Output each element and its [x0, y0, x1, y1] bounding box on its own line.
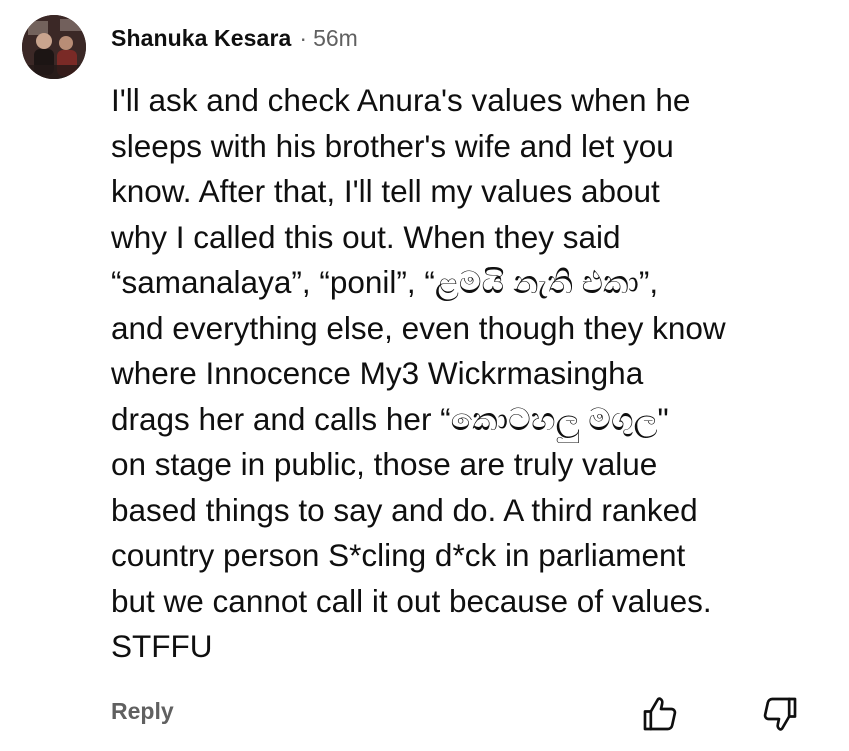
avatar[interactable] — [22, 15, 86, 79]
comment-line: based things to say and do. A third rank… — [111, 491, 698, 528]
comment-line: I'll ask and check Anura's values when h… — [111, 82, 691, 118]
like-button[interactable] — [638, 692, 682, 736]
comment-line: “samanalaya”, “ponil”, “ළමයි නැති එකා”, — [111, 264, 659, 300]
avatar-photo — [22, 15, 86, 79]
thumbs-down-icon — [763, 697, 797, 731]
comment-line: where Innocence My3 Wickrmasingha — [111, 355, 644, 391]
thumbs-up-icon — [643, 697, 677, 731]
reply-button[interactable]: Reply — [111, 698, 174, 725]
comment-line: but we cannot call it out because of val… — [111, 582, 712, 619]
comment-line: drags her and calls her “කොටහලු මගුල" — [111, 400, 669, 437]
comment-line: know. After that, I'll tell my values ab… — [111, 173, 660, 209]
comment: Shanuka Kesara · 56m I'll ask and check … — [0, 0, 849, 751]
comment-actions: Reply — [111, 690, 811, 738]
comment-text: I'll ask and check Anura's values when h… — [111, 78, 831, 670]
comment-line: sleeps with his brother's wife and let y… — [111, 127, 674, 164]
separator-dot: · — [299, 24, 308, 51]
comment-header: Shanuka Kesara · 56m — [111, 22, 358, 54]
author-name[interactable]: Shanuka Kesara — [111, 25, 291, 52]
comment-timestamp[interactable]: 56m — [313, 25, 358, 52]
comment-line: why I called this out. When they said — [111, 218, 621, 255]
comment-line: STFFU — [111, 628, 213, 664]
comment-line: country person S*cling d*ck in parliamen… — [111, 537, 686, 573]
comment-line: on stage in public, those are truly valu… — [111, 446, 658, 482]
comment-line: and everything else, even though they kn… — [111, 309, 726, 346]
dislike-button[interactable] — [758, 692, 802, 736]
